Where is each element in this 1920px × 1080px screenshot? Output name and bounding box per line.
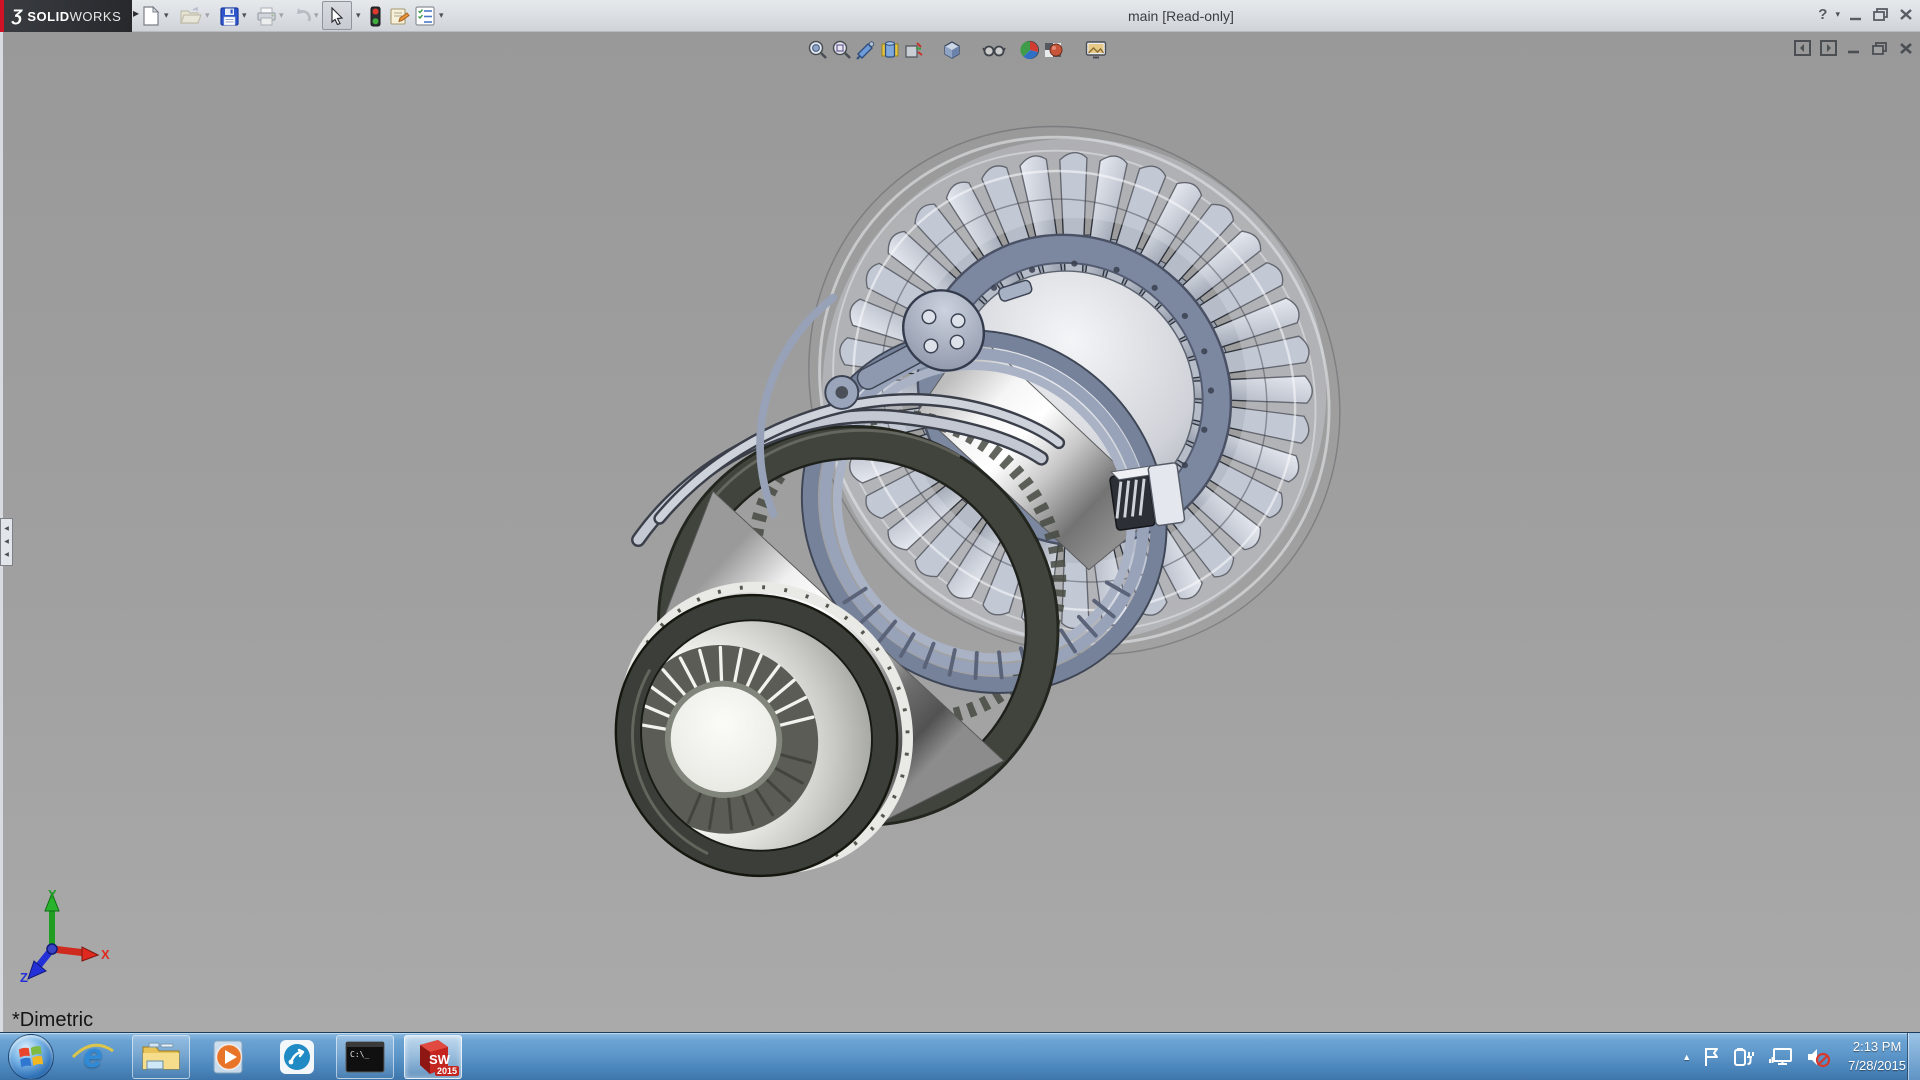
start-button[interactable] — [8, 1034, 54, 1080]
rebuild-traffic-light-icon[interactable] — [364, 5, 386, 27]
windows-flag-icon — [18, 1045, 44, 1069]
menu-expander-icon[interactable]: ▸ — [133, 6, 139, 20]
brand-text-bold: SOLID — [27, 9, 69, 24]
taskbar-windows-explorer[interactable] — [132, 1035, 190, 1079]
triad-y-label: Y — [48, 887, 57, 902]
collapse-left-pane-icon[interactable] — [1794, 40, 1811, 56]
heat-exchanger — [1110, 462, 1185, 530]
doc-restore-icon[interactable] — [1871, 41, 1889, 56]
help-icon[interactable]: ? — [1818, 6, 1827, 23]
graphics-viewport[interactable]: ◀ ◀ ◀ Y X Z *Dimetric — [0, 32, 1920, 1032]
view-orientation-icon[interactable] — [878, 38, 902, 62]
command-prompt-icon: C:\_ — [345, 1041, 385, 1073]
triad-z-label: Z — [20, 970, 28, 985]
taskbar-internet-explorer[interactable]: e — [64, 1035, 122, 1079]
solidworks-logo: Ʒ SOLIDWORKS — [0, 0, 132, 32]
view-settings-icon[interactable] — [1084, 38, 1108, 62]
share-app-icon — [278, 1038, 316, 1076]
options-caret-icon[interactable]: ▾ — [439, 10, 444, 21]
clock[interactable]: 2:13 PM 7/28/2015 — [1848, 1038, 1906, 1076]
zoom-to-area-icon[interactable] — [830, 38, 854, 62]
expand-arrow-icon: ◀ — [4, 552, 9, 558]
solidworks-version-badge: 2015 — [435, 1066, 459, 1076]
solidworks-logo-mark: Ʒ — [12, 6, 22, 26]
media-player-icon — [210, 1039, 248, 1075]
print-icon[interactable] — [255, 5, 277, 27]
taskbar-command-prompt[interactable]: C:\_ — [336, 1035, 394, 1079]
select-caret-icon[interactable]: ▾ — [356, 10, 361, 21]
taskbar-solidworks[interactable]: SW 2015 — [404, 1035, 462, 1079]
hide-show-items-icon[interactable] — [982, 38, 1006, 62]
apply-scene-icon[interactable] — [1042, 38, 1066, 62]
print-caret-icon: ▾ — [279, 10, 284, 21]
folder-icon — [141, 1041, 181, 1073]
titlebar: Ʒ SOLIDWORKS ▸ ▾ ▾ ▾ ▾ ▾ ▾ — [0, 0, 1920, 32]
svg-text:C:\_: C:\_ — [350, 1050, 369, 1059]
brand-red-stripe — [0, 0, 4, 32]
show-desktop-button[interactable] — [1907, 1033, 1920, 1080]
action-center-flag-icon[interactable] — [1702, 1046, 1722, 1068]
new-document-caret-icon[interactable]: ▾ — [164, 10, 169, 21]
brand-text-light: WORKS — [70, 9, 122, 24]
feature-manager-expand-tab[interactable]: ◀ ◀ ◀ — [0, 518, 13, 566]
exhaust-nozzle — [558, 537, 955, 934]
options-list-icon[interactable] — [414, 5, 436, 27]
select-tool-button[interactable] — [322, 1, 352, 30]
expand-arrow-icon: ◀ — [4, 526, 9, 532]
app-restore-icon[interactable] — [1872, 7, 1890, 22]
svg-text:SW: SW — [429, 1052, 451, 1067]
reference-triad: Y X Z — [16, 887, 116, 992]
power-plug-icon[interactable] — [1733, 1046, 1757, 1068]
section-view-icon[interactable] — [854, 38, 878, 62]
display-style-shaded-icon[interactable] — [940, 38, 964, 62]
view-orientation-label: *Dimetric — [12, 1009, 93, 1032]
collapse-right-pane-icon[interactable] — [1820, 40, 1837, 56]
open-icon[interactable] — [180, 5, 202, 27]
windows-taskbar: e — [0, 1032, 1920, 1080]
document-window-controls — [1794, 40, 1914, 56]
system-tray: ▲ 2:13 PM 7/28/2015 — [1682, 1033, 1906, 1080]
app-minimize-icon[interactable] — [1848, 8, 1864, 22]
tray-overflow-icon[interactable]: ▲ — [1682, 1052, 1691, 1062]
doc-minimize-icon[interactable] — [1846, 41, 1862, 55]
taskbar-media-player[interactable] — [200, 1035, 258, 1079]
save-caret-icon[interactable]: ▾ — [242, 10, 247, 21]
solidworks-window: Ʒ SOLIDWORKS ▸ ▾ ▾ ▾ ▾ ▾ ▾ — [0, 0, 1920, 1080]
jet-engine-model — [0, 32, 1920, 1032]
headsup-view-toolbar — [806, 38, 1108, 62]
clock-date: 7/28/2015 — [1848, 1057, 1906, 1076]
taskbar-share-app[interactable] — [268, 1035, 326, 1079]
undo-icon[interactable] — [292, 5, 314, 27]
window-title: main [Read-only] — [1128, 8, 1234, 24]
save-icon[interactable] — [218, 5, 240, 27]
select-cursor-icon — [330, 7, 344, 25]
undo-caret-icon: ▾ — [314, 10, 319, 21]
file-properties-icon[interactable] — [388, 5, 410, 27]
app-close-icon[interactable] — [1898, 7, 1914, 22]
network-icon[interactable] — [1768, 1046, 1794, 1068]
new-document-icon[interactable] — [140, 5, 162, 27]
volume-muted-icon[interactable] — [1805, 1046, 1831, 1068]
help-caret-icon[interactable]: ▾ — [1835, 9, 1840, 20]
triad-x-label: X — [101, 947, 110, 962]
doc-close-icon[interactable] — [1898, 41, 1914, 56]
ie-orbit-icon — [71, 1043, 115, 1061]
display-style-edit-icon[interactable] — [902, 38, 926, 62]
expand-arrow-icon: ◀ — [4, 539, 9, 545]
open-caret-icon: ▾ — [205, 10, 210, 21]
clock-time: 2:13 PM — [1848, 1038, 1906, 1057]
zoom-to-fit-icon[interactable] — [806, 38, 830, 62]
edit-appearance-icon[interactable] — [1018, 38, 1042, 62]
